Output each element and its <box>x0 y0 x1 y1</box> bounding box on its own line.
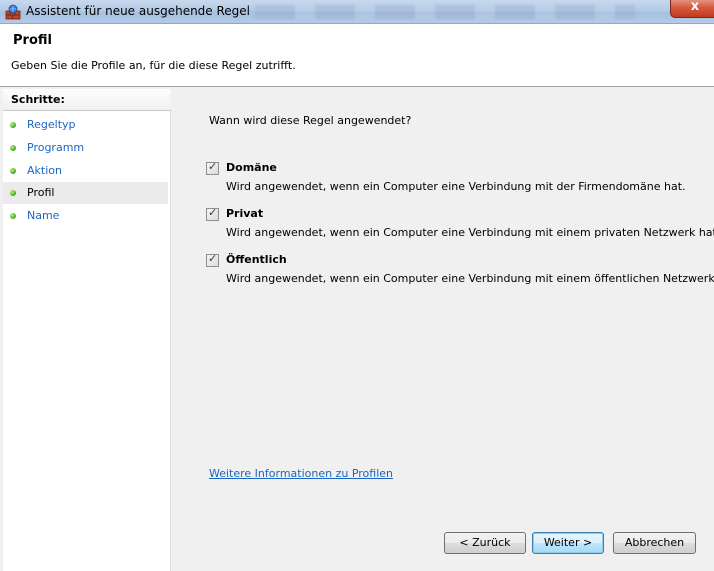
more-info-link[interactable]: Weitere Informationen zu Profilen <box>209 467 393 480</box>
steps-sidebar: Schritte: Regeltyp Programm Aktion Profi… <box>3 89 171 571</box>
sidebar-item-name[interactable]: Name <box>3 205 168 227</box>
green-dot-icon <box>10 145 16 151</box>
green-dot-icon <box>10 213 16 219</box>
sidebar-item-aktion[interactable]: Aktion <box>3 160 168 182</box>
close-button[interactable]: x <box>670 0 714 18</box>
cancel-button[interactable]: Abbrechen <box>613 532 696 554</box>
window-title: Assistent für neue ausgehende Regel <box>26 4 251 18</box>
green-dot-icon <box>10 168 16 174</box>
page-title: Profil <box>13 33 52 48</box>
privat-checkbox[interactable]: ✓ <box>206 206 219 221</box>
page-subtitle: Geben Sie die Profile an, für die diese … <box>11 59 296 72</box>
sidebar-item-profil[interactable]: Profil <box>3 182 168 204</box>
oeffentlich-checkbox[interactable]: ✓ <box>206 252 219 267</box>
sidebar-item-regeltyp[interactable]: Regeltyp <box>3 114 168 136</box>
background-window-blur <box>255 5 635 19</box>
sidebar-item-label: Regeltyp <box>27 118 76 131</box>
back-button[interactable]: < Zurück <box>444 532 526 554</box>
option-label[interactable]: Domäne <box>226 161 277 174</box>
firewall-wall-icon <box>5 4 21 20</box>
option-description: Wird angewendet, wenn ein Computer eine … <box>226 226 714 239</box>
sidebar-item-programm[interactable]: Programm <box>3 137 168 159</box>
checkmark-icon: ✓ <box>208 206 218 219</box>
sidebar-item-label: Profil <box>27 186 55 199</box>
option-label[interactable]: Privat <box>226 207 263 220</box>
option-label[interactable]: Öffentlich <box>226 253 287 266</box>
checkmark-icon: ✓ <box>208 252 218 265</box>
title-bar[interactable]: Assistent für neue ausgehende Regel x <box>0 0 714 24</box>
steps-title: Schritte: <box>3 89 171 111</box>
green-dot-icon <box>10 122 16 128</box>
next-button[interactable]: Weiter > <box>532 532 604 554</box>
option-description: Wird angewendet, wenn ein Computer eine … <box>226 180 686 193</box>
domaene-checkbox[interactable]: ✓ <box>206 160 219 175</box>
wizard-header: Profil Geben Sie die Profile an, für die… <box>0 24 714 87</box>
green-dot-icon <box>10 190 16 196</box>
checkmark-icon: ✓ <box>208 160 218 173</box>
sidebar-item-label: Name <box>27 209 60 222</box>
question-text: Wann wird diese Regel angewendet? <box>209 114 412 127</box>
option-description: Wird angewendet, wenn ein Computer eine … <box>226 272 714 285</box>
sidebar-item-label: Programm <box>27 141 85 154</box>
sidebar-item-label: Aktion <box>27 164 62 177</box>
